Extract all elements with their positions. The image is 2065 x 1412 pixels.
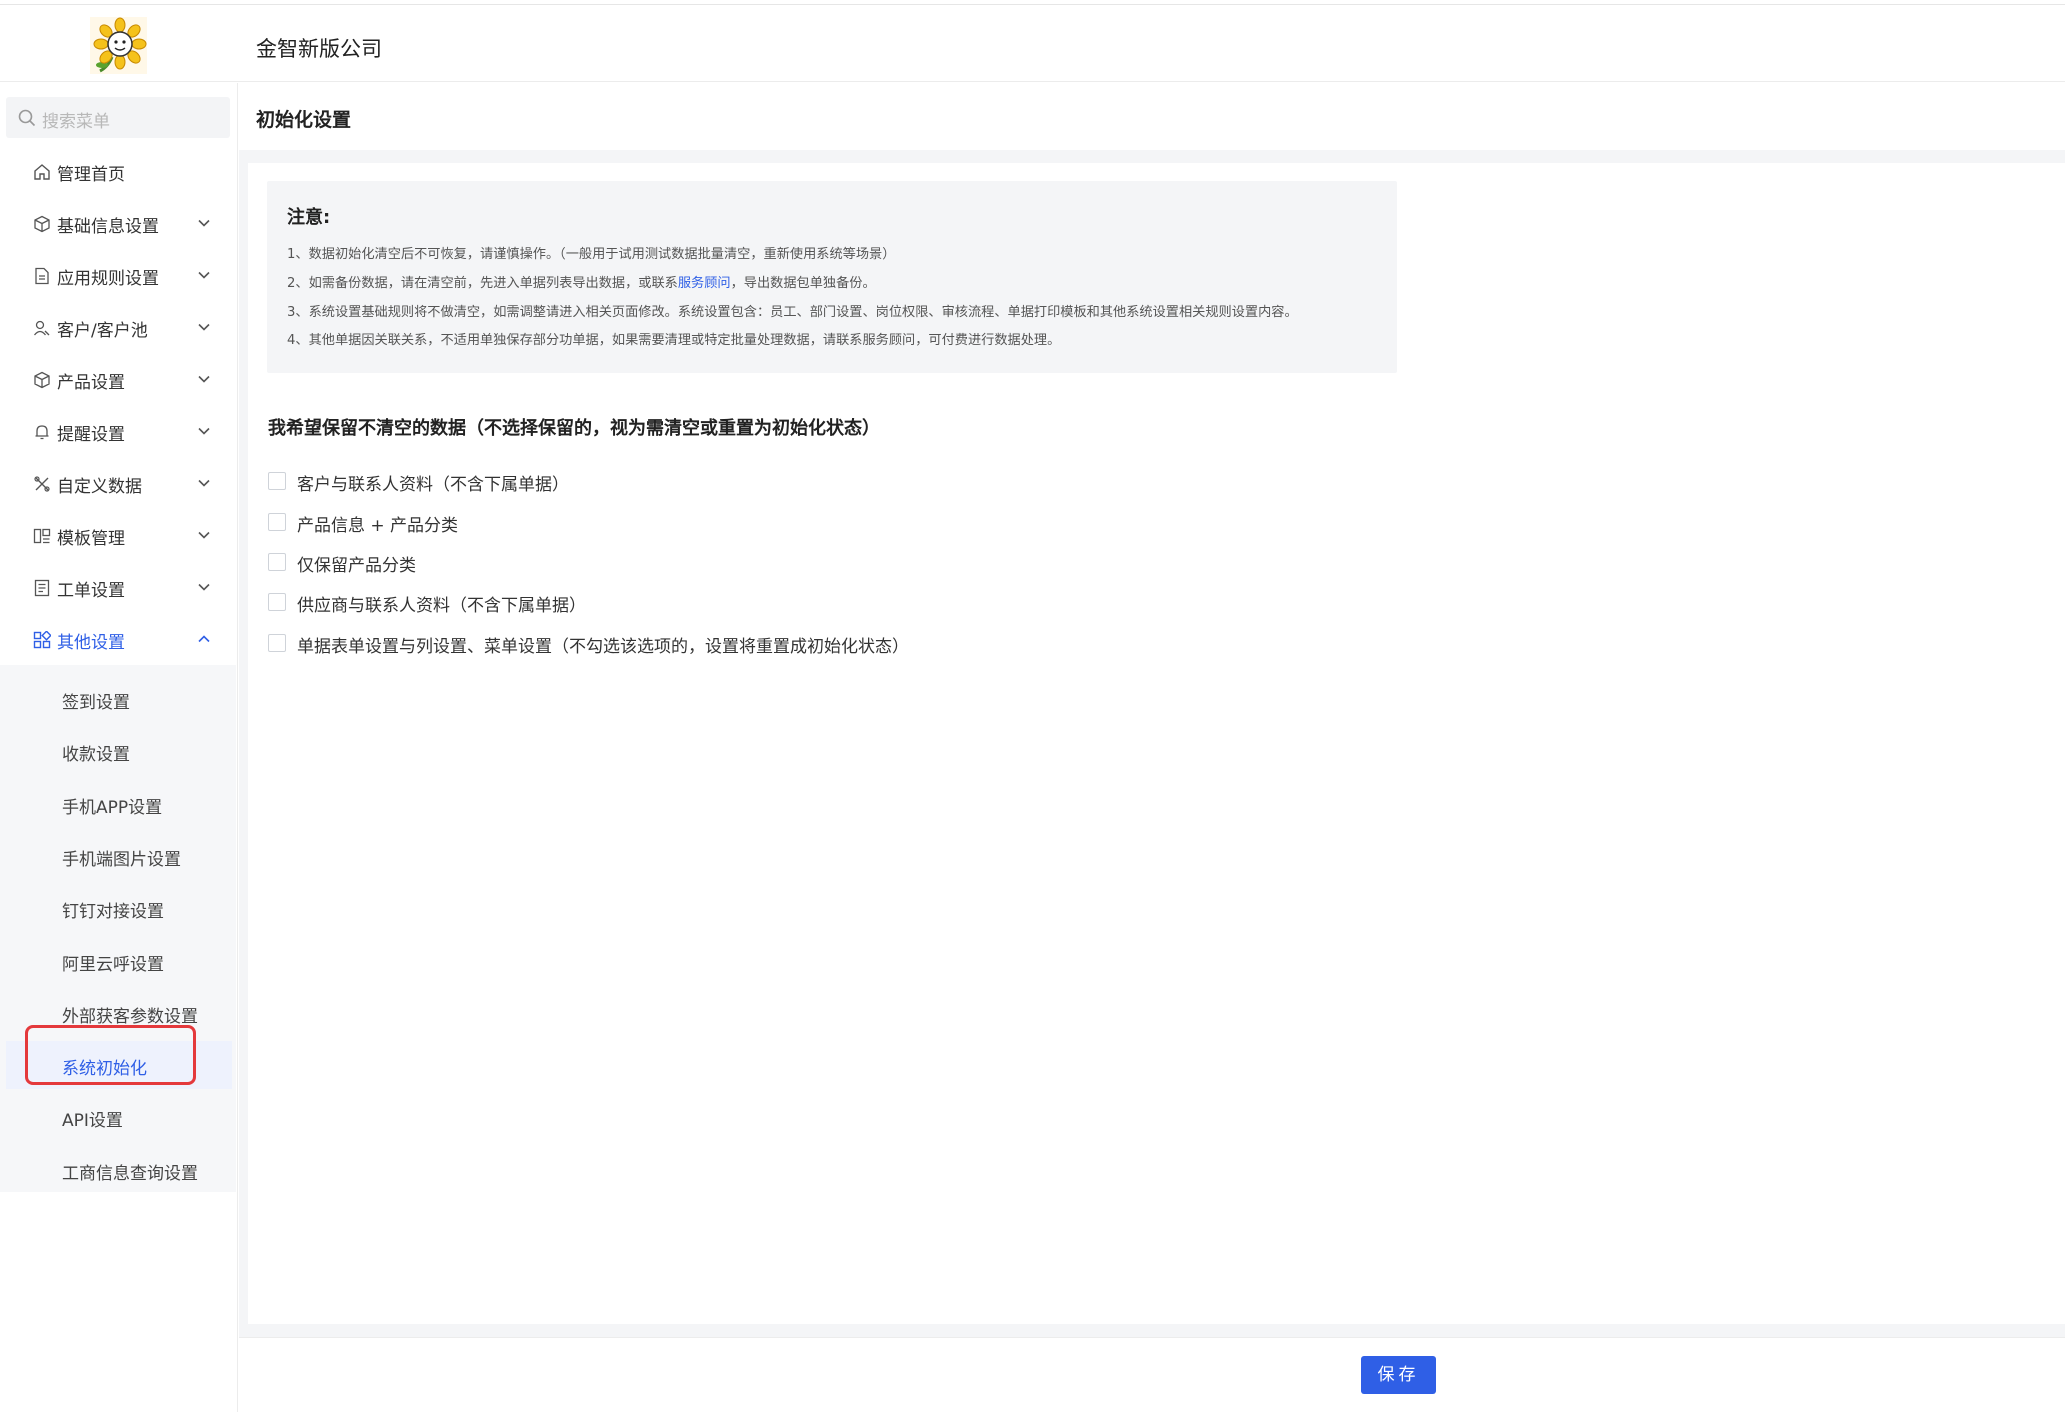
submenu-item-label: API设置 xyxy=(62,1111,123,1131)
sidebar: 搜索菜单 管理首页 基础信息设置 应用规则设置 客户/客户池 产品设置 提醒设置… xyxy=(0,83,238,1412)
option-label: 仅保留产品分类 xyxy=(297,556,416,576)
app-header: 金智新版公司 xyxy=(0,5,2065,82)
option-label: 客户与联系人资料（不含下属单据） xyxy=(297,475,569,495)
retain-data-section-title: 我希望保留不清空的数据（不选择保留的，视为需清空或重置为初始化状态） xyxy=(268,418,880,439)
option-label: 产品信息 + 产品分类 xyxy=(297,516,459,536)
submenu-item-dingtalk[interactable]: 钉钉对接设置 xyxy=(0,884,236,932)
submenu-item-label: 钉钉对接设置 xyxy=(62,902,164,922)
home-icon xyxy=(34,164,50,180)
submenu-item-payment[interactable]: 收款设置 xyxy=(0,727,236,775)
grid-icon xyxy=(33,631,51,649)
sidebar-item-templates[interactable]: 模板管理 xyxy=(0,511,238,561)
checkbox[interactable] xyxy=(268,513,286,531)
search-placeholder: 搜索菜单 xyxy=(42,112,110,132)
sidebar-item-label: 客户/客户池 xyxy=(57,321,148,341)
checkbox[interactable] xyxy=(268,472,286,490)
chevron-down-icon xyxy=(198,427,210,435)
submenu-item-label: 工商信息查询设置 xyxy=(62,1164,198,1184)
menu-search-input[interactable]: 搜索菜单 xyxy=(6,97,230,138)
search-icon xyxy=(18,109,36,127)
notice-line-1: 1、数据初始化清空后不可恢复，请谨慎操作。（一般用于试用测试数据批量清空，重新使… xyxy=(287,247,896,262)
bell-icon xyxy=(35,425,49,440)
submenu-item-label: 签到设置 xyxy=(62,693,130,713)
sunflower-logo-icon xyxy=(90,17,147,74)
sidebar-item-label: 管理首页 xyxy=(57,165,125,185)
sidebar-item-label: 提醒设置 xyxy=(57,425,125,445)
chevron-down-icon xyxy=(198,219,210,227)
sidebar-item-other-settings[interactable]: 其他设置 xyxy=(0,615,238,665)
notice-box: 注意: 1、数据初始化清空后不可恢复，请谨慎操作。（一般用于试用测试数据批量清空… xyxy=(267,181,1397,373)
submenu-item-label: 阿里云呼设置 xyxy=(62,955,164,975)
sidebar-item-label: 基础信息设置 xyxy=(57,217,159,237)
other-settings-submenu: 签到设置 收款设置 手机APP设置 手机端图片设置 钉钉对接设置 阿里云呼设置 … xyxy=(0,665,236,1192)
sidebar-item-customers[interactable]: 客户/客户池 xyxy=(0,303,238,353)
chevron-up-icon xyxy=(198,635,210,643)
highlight-box xyxy=(25,1025,196,1085)
chevron-down-icon xyxy=(198,375,210,383)
submenu-item-checkin[interactable]: 签到设置 xyxy=(0,675,236,723)
submenu-item-label: 手机APP设置 xyxy=(62,798,163,818)
box-icon xyxy=(34,371,50,389)
chevron-down-icon xyxy=(198,583,210,591)
notice-line-2: 2、如需备份数据，请在清空前，先进入单据列表导出数据，或联系服务顾问，导出数据包… xyxy=(287,272,876,291)
sidebar-item-workorders[interactable]: 工单设置 xyxy=(0,563,238,613)
checkbox[interactable] xyxy=(268,634,286,652)
service-advisor-link[interactable]: 服务顾问 xyxy=(678,276,731,291)
sidebar-item-label: 其他设置 xyxy=(57,633,125,653)
cube-icon xyxy=(34,215,50,233)
chevron-down-icon xyxy=(198,531,210,539)
sidebar-item-custom-data[interactable]: 自定义数据 xyxy=(0,459,238,509)
submenu-item-label: 收款设置 xyxy=(62,745,130,765)
notice-line-2-tail: ，导出数据包单独备份。 xyxy=(730,276,876,291)
sidebar-item-label: 产品设置 xyxy=(57,373,125,393)
submenu-item-business-info[interactable]: 工商信息查询设置 xyxy=(0,1146,236,1194)
checkbox[interactable] xyxy=(268,553,286,571)
sidebar-item-label: 应用规则设置 xyxy=(57,269,159,289)
submenu-item-label: 外部获客参数设置 xyxy=(62,1007,198,1027)
tools-icon xyxy=(34,476,50,492)
sidebar-item-basic-info[interactable]: 基础信息设置 xyxy=(0,199,238,249)
submenu-item-mobile-images[interactable]: 手机端图片设置 xyxy=(0,832,236,880)
option-label: 单据表单设置与列设置、菜单设置（不勾选该选项的，设置将重置成初始化状态） xyxy=(297,637,909,657)
submenu-item-mobile-app[interactable]: 手机APP设置 xyxy=(0,780,236,828)
notice-line-2-text: 2、如需备份数据，请在清空前，先进入单据列表导出数据，或联系 xyxy=(287,276,678,291)
footer-bar xyxy=(239,1337,2065,1412)
chevron-down-icon xyxy=(198,479,210,487)
sidebar-item-label: 工单设置 xyxy=(57,581,125,601)
option-label: 供应商与联系人资料（不含下属单据） xyxy=(297,596,586,616)
notice-line-3: 3、系统设置基础规则将不做清空，如需调整请进入相关页面修改。系统设置包含：员工、… xyxy=(287,305,1298,320)
sidebar-item-home[interactable]: 管理首页 xyxy=(0,147,238,197)
notice-title: 注意: xyxy=(287,207,331,228)
page-title-bar xyxy=(239,83,2065,150)
notice-line-4: 4、其他单据因关联关系，不适用单独保存部分功单据，如果需要清理或特定批量处理数据… xyxy=(287,333,1061,348)
submenu-item-aliyun-call[interactable]: 阿里云呼设置 xyxy=(0,937,236,985)
sidebar-item-label: 模板管理 xyxy=(57,529,125,549)
chevron-down-icon xyxy=(198,323,210,331)
submenu-item-api[interactable]: API设置 xyxy=(0,1093,236,1141)
checkbox[interactable] xyxy=(268,593,286,611)
save-button[interactable]: 保存 xyxy=(1361,1356,1436,1394)
template-icon xyxy=(33,528,51,544)
sidebar-item-label: 自定义数据 xyxy=(57,477,142,497)
chevron-down-icon xyxy=(198,271,210,279)
sidebar-item-app-rules[interactable]: 应用规则设置 xyxy=(0,251,238,301)
document-icon xyxy=(35,267,49,285)
workorder-icon xyxy=(34,579,50,597)
user-icon xyxy=(33,320,50,336)
sidebar-item-products[interactable]: 产品设置 xyxy=(0,355,238,405)
sidebar-item-reminders[interactable]: 提醒设置 xyxy=(0,407,238,457)
submenu-item-label: 手机端图片设置 xyxy=(62,850,181,870)
page-title: 初始化设置 xyxy=(256,109,352,131)
company-name: 金智新版公司 xyxy=(256,37,382,61)
